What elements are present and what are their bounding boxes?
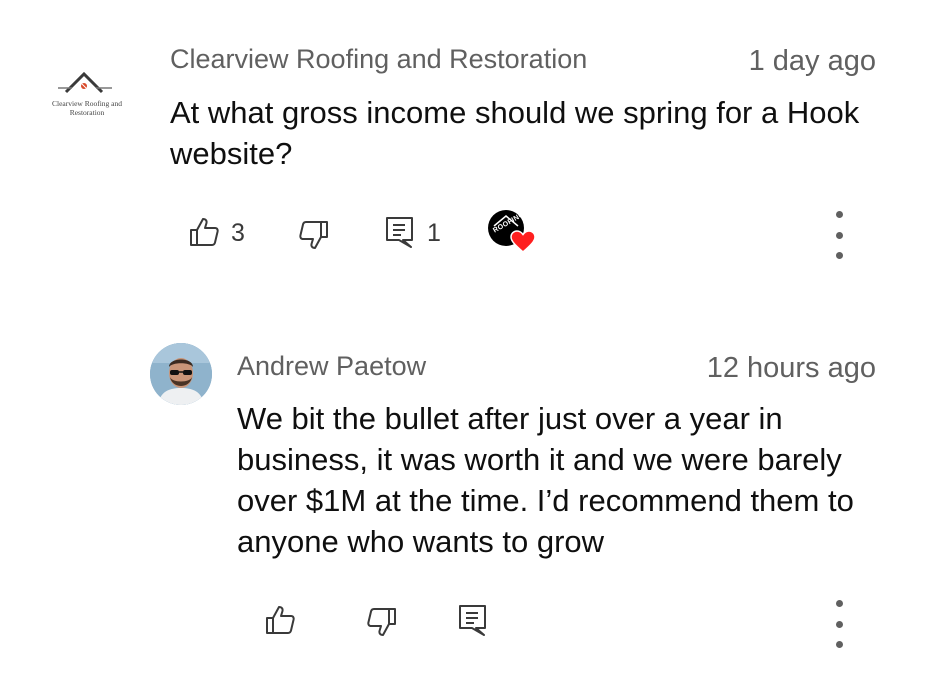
like-icon	[190, 218, 219, 246]
more-vert-icon	[835, 600, 843, 607]
roof-logo-icon	[58, 71, 112, 94]
like-button[interactable]	[188, 216, 220, 248]
logo-text: Clearview Roofing and Restoration	[52, 99, 122, 117]
reply-button[interactable]	[385, 216, 415, 248]
creator-heart-icon	[510, 230, 536, 253]
comment-timestamp: 12 hours ago	[706, 352, 876, 384]
more-options-button[interactable]	[824, 211, 854, 259]
dislike-icon	[299, 221, 328, 249]
creator-heart-badge: ROOFING	[486, 208, 538, 256]
avatar[interactable]	[150, 343, 212, 405]
like-icon	[266, 606, 295, 634]
reply-icon	[459, 605, 486, 636]
comment-text: We bit the bullet after just over a year…	[237, 401, 854, 559]
person-avatar-icon	[150, 343, 212, 405]
comment-author[interactable]: Clearview Roofing and Restoration	[170, 44, 587, 75]
comment-text: At what gross income should we spring fo…	[170, 95, 860, 171]
reply-button[interactable]	[458, 604, 488, 636]
dislike-icon	[367, 608, 396, 636]
like-count: 3	[231, 219, 245, 247]
channel-logo[interactable]: Clearview Roofing and Restoration	[38, 66, 134, 126]
dislike-button[interactable]	[366, 606, 398, 638]
like-button[interactable]	[264, 604, 296, 636]
more-options-button[interactable]	[824, 600, 854, 648]
dislike-button[interactable]	[298, 219, 330, 251]
comment-author[interactable]: Andrew Paetow	[237, 351, 426, 382]
reply-count: 1	[427, 219, 441, 247]
more-vert-icon	[835, 211, 843, 218]
comment-timestamp: 1 day ago	[748, 45, 876, 77]
reply-icon	[386, 217, 413, 248]
